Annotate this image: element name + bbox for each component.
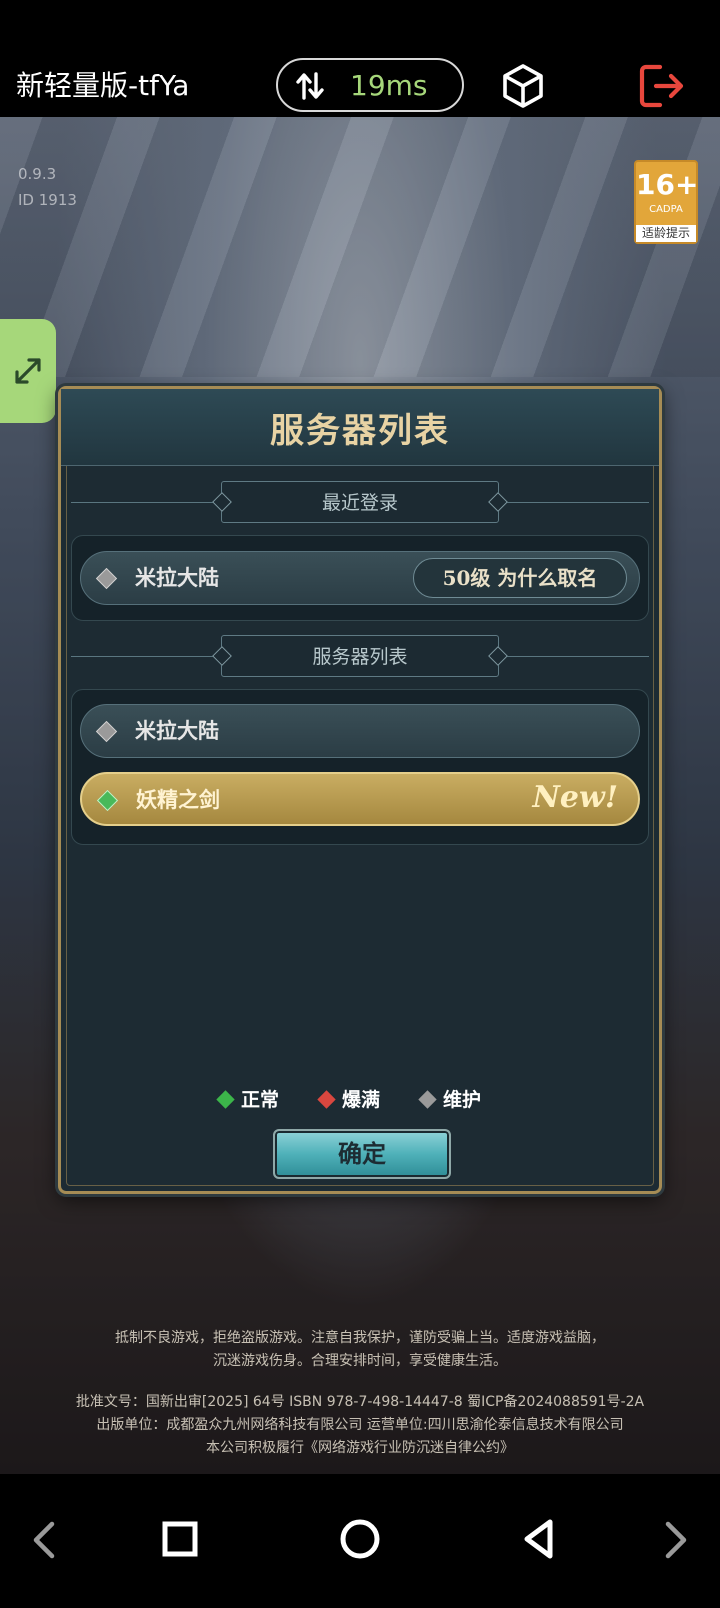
- app-title: 新轻量版-tfYa: [16, 69, 190, 102]
- divider: [503, 656, 649, 657]
- ping-indicator[interactable]: 19ms: [276, 58, 464, 112]
- maintenance-status-icon: [95, 567, 118, 590]
- divider: [71, 502, 217, 503]
- age-rating-org: CADPA: [649, 204, 683, 215]
- dialog-header: 服务器列表: [61, 389, 659, 466]
- top-bar: 新轻量版-tfYa 19ms: [0, 0, 720, 117]
- recent-server-row[interactable]: 米拉大陆 50级 为什么取名: [80, 551, 640, 605]
- expand-icon: [15, 358, 41, 384]
- legend-label: 维护: [443, 1089, 482, 1111]
- publication-info: 批准文号：国新出审[2025] 64号 ISBN 978-7-498-14447…: [40, 1391, 680, 1460]
- normal-status-icon: [96, 789, 119, 812]
- age-rating-tip: 适龄提示: [636, 225, 696, 242]
- publisher-line: 出版单位：成都盈众九州网络科技有限公司 运营单位:四川思渝伦泰信息技术有限公司: [96, 1417, 624, 1433]
- user-id: ID 1913: [18, 191, 77, 209]
- recents-square-icon[interactable]: [150, 1510, 210, 1570]
- version-info: 0.9.3 ID 1913: [18, 161, 77, 213]
- exit-icon[interactable]: [638, 63, 686, 109]
- age-rating-badge: 16+ CADPA 适龄提示: [634, 160, 698, 244]
- cube-icon[interactable]: [500, 63, 546, 109]
- ping-value: 19ms: [350, 69, 428, 102]
- server-name: 米拉大陆: [135, 565, 219, 590]
- system-nav-bar: [0, 1474, 720, 1608]
- section-label-box: 服务器列表: [221, 635, 499, 677]
- section-label-box: 最近登录: [221, 481, 499, 523]
- server-name: 米拉大陆: [135, 718, 219, 743]
- notice-line: 抵制不良游戏，拒绝盗版游戏。注意自我保护，谨防受骗上当。适度游戏益脑，: [115, 1330, 605, 1346]
- server-name: 妖精之剑: [136, 787, 220, 812]
- version-number: 0.9.3: [18, 165, 57, 183]
- age-rating-value: 16+: [636, 168, 699, 201]
- confirm-button[interactable]: 确定: [273, 1129, 451, 1179]
- character-info: 50级 为什么取名: [413, 558, 627, 598]
- swap-vertical-icon: [296, 72, 324, 100]
- divider: [71, 656, 217, 657]
- server-list-label: 服务器列表: [312, 646, 408, 668]
- expand-button[interactable]: [0, 319, 56, 423]
- recent-login-label: 最近登录: [321, 492, 398, 514]
- green-diamond-icon: [216, 1090, 235, 1109]
- health-notice: 抵制不良游戏，拒绝盗版游戏。注意自我保护，谨防受骗上当。适度游戏益脑， 沉迷游戏…: [40, 1327, 680, 1373]
- divider: [503, 502, 649, 503]
- status-legend: 正常 爆满 维护: [61, 1085, 659, 1115]
- recent-login-header: 最近登录: [61, 481, 659, 525]
- server-list-header: 服务器列表: [61, 635, 659, 679]
- server-list-dialog: 服务器列表 最近登录 米拉大陆 50级 为什么取名 服务器列表 米拉大陆 妖精之…: [58, 386, 662, 1194]
- legend-label: 爆满: [342, 1089, 381, 1111]
- back-triangle-icon[interactable]: [510, 1510, 570, 1570]
- pledge-line: 本公司积极履行《网络游戏行业防沉迷自律公约》: [206, 1440, 514, 1456]
- home-circle-icon[interactable]: [330, 1510, 390, 1570]
- dialog-title: 服务器列表: [270, 411, 450, 451]
- red-diamond-icon: [317, 1090, 336, 1109]
- maintenance-status-icon: [95, 720, 118, 743]
- legend-label: 正常: [241, 1089, 280, 1111]
- license-line: 批准文号：国新出审[2025] 64号 ISBN 978-7-498-14447…: [75, 1394, 645, 1410]
- new-badge: New!: [532, 780, 618, 815]
- server-row-fairy-sword[interactable]: 妖精之剑 New!: [80, 772, 640, 826]
- recent-list-panel: 米拉大陆 50级 为什么取名: [71, 535, 649, 621]
- back-chevron-icon[interactable]: [14, 1510, 74, 1570]
- server-row-mila[interactable]: 米拉大陆: [80, 704, 640, 758]
- server-list-panel: 米拉大陆 妖精之剑 New!: [71, 689, 649, 845]
- notice-line: 沉迷游戏伤身。合理安排时间，享受健康生活。: [213, 1353, 507, 1369]
- forward-chevron-icon[interactable]: [646, 1510, 706, 1570]
- game-view[interactable]: 0.9.3 ID 1913 16+ CADPA 适龄提示 服务器列表 最近登录: [0, 117, 720, 1474]
- gray-diamond-icon: [418, 1090, 437, 1109]
